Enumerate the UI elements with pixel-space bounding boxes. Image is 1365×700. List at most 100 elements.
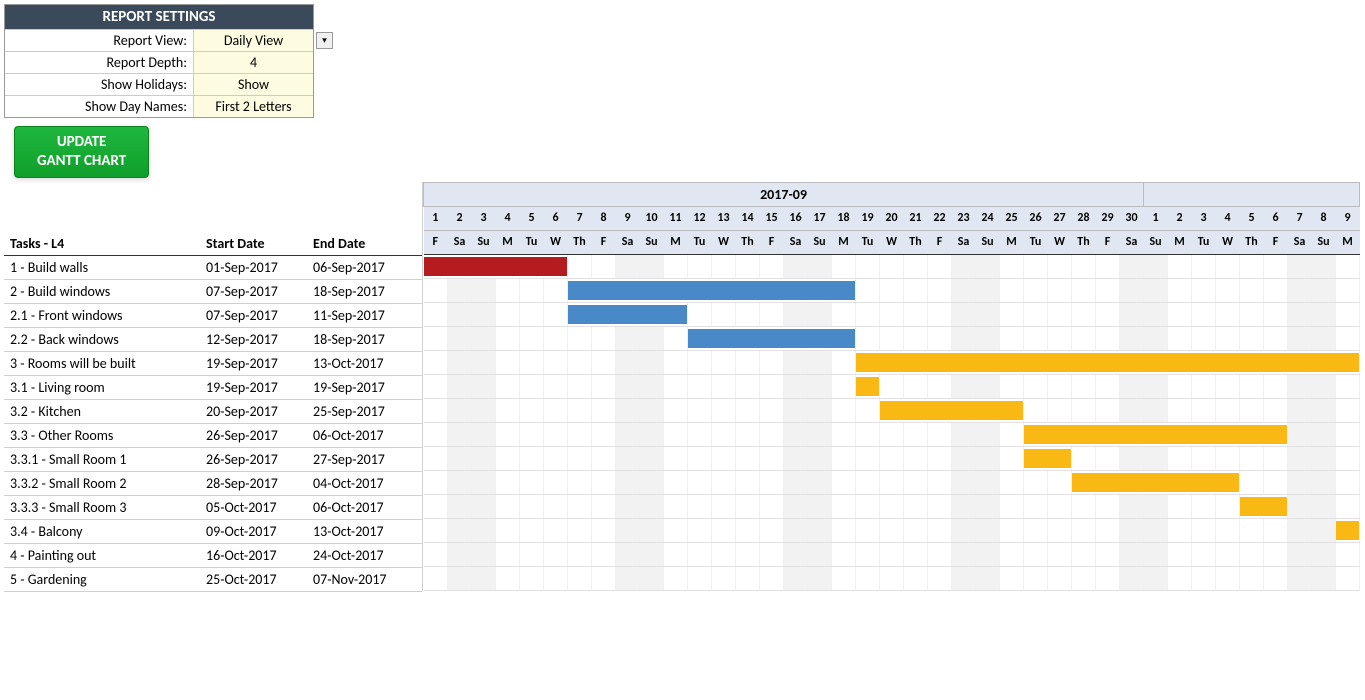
gantt-cell	[1144, 566, 1168, 590]
settings-value[interactable]: Show	[193, 74, 313, 95]
gantt-cell	[1192, 566, 1216, 590]
gantt-cell	[496, 566, 520, 590]
task-start-date: 16-Oct-2017	[200, 544, 307, 568]
day-number: 7	[568, 206, 592, 230]
day-number: 1	[1144, 206, 1168, 230]
task-name: 2.1 - Front windows	[4, 304, 200, 328]
gantt-cell	[616, 518, 640, 542]
gantt-cell	[976, 302, 1000, 326]
task-row[interactable]: 3.3 - Other Rooms26-Sep-201706-Oct-2017	[4, 424, 422, 448]
day-name: Su	[1312, 230, 1336, 254]
gantt-bar[interactable]	[1336, 521, 1359, 540]
gantt-cell	[1264, 302, 1288, 326]
gantt-bar[interactable]	[568, 305, 687, 324]
gantt-cell	[592, 542, 616, 566]
settings-value[interactable]: First 2 Letters	[193, 96, 313, 117]
gantt-cell	[592, 470, 616, 494]
gantt-cell	[952, 278, 976, 302]
gantt-cell	[1168, 278, 1192, 302]
gantt-cell	[952, 254, 976, 278]
gantt-cell	[448, 374, 472, 398]
gantt-bar[interactable]	[688, 329, 855, 348]
gantt-cell	[856, 494, 880, 518]
gantt-cell	[496, 518, 520, 542]
gantt-bar[interactable]	[568, 281, 855, 300]
task-row[interactable]: 1 - Build walls01-Sep-201706-Sep-2017	[4, 256, 422, 280]
update-gantt-button[interactable]: UPDATE GANTT CHART	[14, 126, 149, 178]
task-row[interactable]: 3.3.1 - Small Room 126-Sep-201727-Sep-20…	[4, 448, 422, 472]
task-row[interactable]: 3.1 - Living room19-Sep-201719-Sep-2017	[4, 376, 422, 400]
gantt-cell	[592, 518, 616, 542]
dropdown-button[interactable]: ▾	[316, 32, 333, 49]
task-row[interactable]: 5 - Gardening25-Oct-201707-Nov-2017	[4, 568, 422, 592]
gantt-cell	[1216, 542, 1240, 566]
gantt-cell	[904, 302, 928, 326]
gantt-cell	[688, 422, 712, 446]
gantt-bar[interactable]	[880, 401, 1023, 420]
gantt-cell	[976, 542, 1000, 566]
gantt-bar[interactable]	[856, 377, 879, 396]
start-date-header: Start Date	[200, 232, 307, 256]
task-row[interactable]: 2 - Build windows07-Sep-201718-Sep-2017	[4, 280, 422, 304]
task-row[interactable]: 2.1 - Front windows07-Sep-201711-Sep-201…	[4, 304, 422, 328]
gantt-bar[interactable]	[1072, 473, 1239, 492]
task-name: 3.3 - Other Rooms	[4, 424, 200, 448]
day-name: Su	[1144, 230, 1168, 254]
gantt-cell	[1048, 494, 1072, 518]
day-number: 12	[688, 206, 712, 230]
gantt-cell	[496, 398, 520, 422]
task-row[interactable]: 3.2 - Kitchen20-Sep-201725-Sep-2017	[4, 400, 422, 424]
task-row[interactable]: 3 - Rooms will be built19-Sep-201713-Oct…	[4, 352, 422, 376]
gantt-cell	[616, 374, 640, 398]
gantt-cell	[760, 518, 784, 542]
gantt-cell	[784, 494, 808, 518]
gantt-cell	[568, 374, 592, 398]
gantt-cell	[568, 350, 592, 374]
gantt-cell	[568, 446, 592, 470]
day-number: 23	[952, 206, 976, 230]
gantt-cell	[1264, 566, 1288, 590]
task-row[interactable]: 3.4 - Balcony09-Oct-201713-Oct-2017	[4, 520, 422, 544]
day-name: Tu	[1024, 230, 1048, 254]
gantt-cell	[808, 542, 832, 566]
gantt-bar[interactable]	[1024, 425, 1287, 444]
task-name: 3.3.1 - Small Room 1	[4, 448, 200, 472]
gantt-cell	[880, 326, 904, 350]
gantt-bar[interactable]	[424, 257, 568, 276]
gantt-cell	[1000, 374, 1024, 398]
task-row[interactable]: 2.2 - Back windows12-Sep-201718-Sep-2017	[4, 328, 422, 352]
settings-label: Report View:	[5, 30, 193, 51]
gantt-cell	[880, 542, 904, 566]
gantt-cell	[808, 422, 832, 446]
gantt-bar[interactable]	[1240, 497, 1287, 516]
gantt-cell	[1096, 542, 1120, 566]
gantt-cell	[520, 398, 544, 422]
task-row[interactable]: 4 - Painting out16-Oct-201724-Oct-2017	[4, 544, 422, 568]
gantt-bar[interactable]	[856, 353, 1359, 372]
gantt-cell	[736, 494, 760, 518]
settings-value[interactable]: Daily View	[193, 30, 313, 51]
gantt-cell	[736, 254, 760, 278]
gantt-cell	[832, 566, 856, 590]
task-row[interactable]: 3.3.2 - Small Room 228-Sep-201704-Oct-20…	[4, 472, 422, 496]
gantt-cell	[712, 518, 736, 542]
gantt-cell	[568, 422, 592, 446]
gantt-cell	[688, 566, 712, 590]
gantt-cell	[1120, 374, 1144, 398]
gantt-cell	[1000, 326, 1024, 350]
gantt-cell	[1096, 302, 1120, 326]
gantt-cell	[1168, 398, 1192, 422]
gantt-cell	[688, 302, 712, 326]
gantt-cell	[928, 422, 952, 446]
gantt-cell	[1192, 446, 1216, 470]
gantt-cell	[928, 278, 952, 302]
gantt-cell	[1048, 566, 1072, 590]
gantt-bar[interactable]	[1024, 449, 1071, 468]
gantt-cell	[808, 446, 832, 470]
day-name: Sa	[1120, 230, 1144, 254]
gantt-bar-cell	[856, 350, 1360, 374]
gantt-cell	[1120, 518, 1144, 542]
gantt-cell	[592, 494, 616, 518]
task-row[interactable]: 3.3.3 - Small Room 305-Oct-201706-Oct-20…	[4, 496, 422, 520]
settings-value[interactable]: 4	[193, 52, 313, 73]
